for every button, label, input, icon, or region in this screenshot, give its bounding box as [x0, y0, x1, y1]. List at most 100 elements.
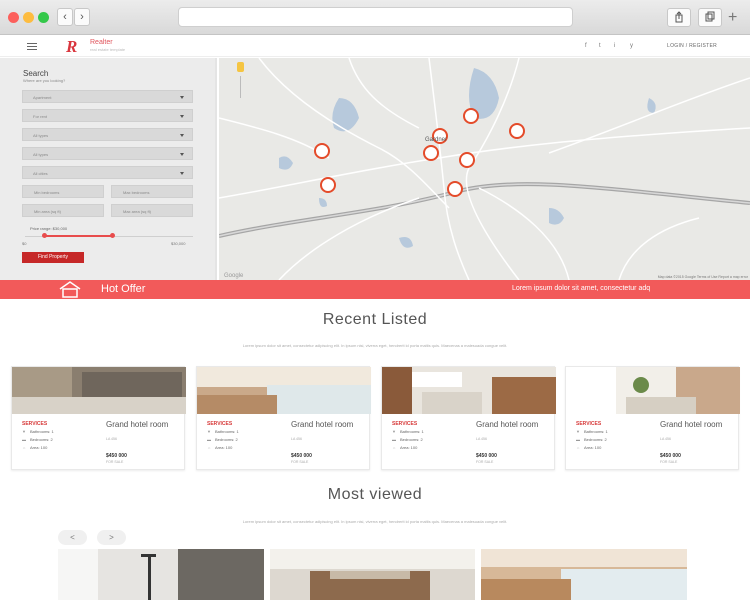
status-select[interactable]: For rent	[22, 109, 193, 122]
card-bathrooms: ▼ Bathrooms: 1	[576, 429, 608, 434]
price-slider-max-handle[interactable]	[110, 233, 115, 238]
card-sale-status: FOR SALE	[106, 460, 124, 464]
city-select[interactable]: All cities	[22, 166, 193, 179]
subtype-select[interactable]: All types	[22, 147, 193, 160]
area-icon: ⇔	[22, 445, 26, 450]
card-area: ⇔ Area: 100	[22, 445, 47, 450]
bed-icon: ▬	[392, 437, 396, 442]
most-viewed-photo[interactable]	[481, 549, 687, 600]
card-area: ⇔ Area: 100	[576, 445, 601, 450]
min-area-input[interactable]: Min area (sq ft)	[22, 204, 104, 217]
property-type-select[interactable]: Apartment	[22, 90, 193, 103]
area-value: Area: 100	[215, 445, 233, 450]
instagram-icon[interactable]: i	[614, 43, 615, 49]
property-map[interactable]: Gardner Google Map data ©2015 Google Ter…	[219, 58, 750, 280]
login-register-link[interactable]: LOGIN / REGISTER	[667, 43, 717, 49]
card-bedrooms: ▬ Bedrooms: 2	[207, 437, 238, 442]
listing-card[interactable]: SERVICES ▼ Bathrooms: 1 ▬ Bedrooms: 2 ⇔ Are…	[196, 366, 371, 470]
hot-offer-title: Hot Offer	[101, 283, 146, 295]
carousel-next-button[interactable]: >	[97, 530, 126, 545]
bed-icon: ▬	[22, 437, 26, 442]
logo-icon[interactable]: R	[66, 37, 77, 57]
logo-tagline: real estate template	[90, 47, 126, 52]
listing-photo	[197, 367, 371, 414]
google-logo: Google	[224, 273, 244, 279]
new-tab-icon[interactable]: +	[728, 9, 737, 27]
card-sale-status: FOR SALE	[291, 460, 309, 464]
bed-icon: ▬	[207, 437, 211, 442]
address-bar[interactable]	[178, 7, 573, 27]
card-price: $450 000	[106, 453, 127, 459]
recent-listed-subtitle: Lorem ipsum dolor sit amet, consectetur …	[242, 343, 508, 348]
min-bedrooms-input[interactable]: Min bedrooms	[22, 185, 104, 198]
card-location: LA 456	[106, 437, 117, 441]
find-property-button[interactable]: Find Property	[22, 252, 84, 263]
share-icon[interactable]	[667, 8, 691, 27]
chevron-down-icon	[180, 134, 184, 137]
card-price: $450 000	[476, 453, 497, 459]
browser-toolbar: ‹ › +	[0, 0, 750, 35]
card-title[interactable]: Grand hotel room	[476, 421, 538, 429]
card-bathrooms: ▼ Bathrooms: 1	[392, 429, 424, 434]
card-location: LA 456	[476, 437, 487, 441]
max-bedrooms-input[interactable]: Max bedrooms	[111, 185, 193, 198]
most-viewed-photo[interactable]	[270, 549, 475, 600]
listing-card[interactable]: SERVICES ▼ Bathrooms: 1 ▬ Bedrooms: 2 ⇔ Are…	[381, 366, 556, 470]
price-slider-min-handle[interactable]	[42, 233, 47, 238]
card-location: LA 456	[291, 437, 302, 441]
area-icon: ⇔	[392, 445, 396, 450]
bathrooms-value: Bathrooms: 1	[214, 429, 239, 434]
card-sale-status: FOR SALE	[476, 460, 494, 464]
card-area: ⇔ Area: 100	[207, 445, 232, 450]
most-viewed-subtitle: Lorem ipsum dolor sit amet, consectetur …	[242, 519, 508, 524]
card-title[interactable]: Grand hotel room	[106, 421, 168, 429]
area-icon: ⇔	[207, 445, 211, 450]
maximize-window-button[interactable]	[38, 12, 49, 23]
type-select[interactable]: All types	[22, 128, 193, 141]
youtube-icon[interactable]: y	[630, 43, 633, 49]
logo-name[interactable]: Realter	[90, 39, 113, 46]
listing-photo	[382, 367, 556, 414]
map-footer[interactable]: Map data ©2015 Google Terms of Use Repor…	[658, 275, 748, 279]
listing-card[interactable]: SERVICES ▼ Bathrooms: 1 ▬ Bedrooms: 2 ⇔ Are…	[11, 366, 186, 470]
card-services-label: SERVICES	[392, 421, 418, 427]
listing-card[interactable]: SERVICES ▼ Bathrooms: 1 ▬ Bedrooms: 2 ⇔ Are…	[565, 366, 740, 470]
search-title: Search	[23, 69, 49, 78]
recent-listed-title: Recent Listed	[322, 311, 428, 328]
search-panel: Search Where are you looking? Apartment …	[0, 58, 217, 280]
minimize-window-button[interactable]	[23, 12, 34, 23]
twitter-icon[interactable]: t	[599, 43, 601, 49]
card-title[interactable]: Grand hotel room	[660, 421, 722, 429]
card-title[interactable]: Grand hotel room	[291, 421, 353, 429]
card-bathrooms: ▼ Bathrooms: 1	[22, 429, 54, 434]
select-value: For rent	[33, 114, 48, 119]
select-value: All types	[33, 152, 49, 157]
most-viewed-photo[interactable]	[58, 549, 264, 600]
card-area: ⇔ Area: 100	[392, 445, 417, 450]
carousel-prev-button[interactable]: <	[58, 530, 87, 545]
card-services-label: SERVICES	[576, 421, 602, 427]
bathrooms-value: Bathrooms: 1	[583, 429, 608, 434]
card-services-label: SERVICES	[207, 421, 233, 427]
max-area-input[interactable]: Max area (sq ft)	[111, 204, 193, 217]
menu-icon[interactable]	[27, 43, 37, 50]
bathrooms-value: Bathrooms: 1	[29, 429, 54, 434]
listing-photo	[12, 367, 186, 414]
bedrooms-value: Bedrooms: 2	[400, 437, 423, 442]
bath-icon: ▼	[22, 429, 26, 434]
card-sale-status: FOR SALE	[660, 460, 678, 464]
back-icon[interactable]: ‹	[57, 8, 73, 26]
site-header: R Realter real estate template f t i y L…	[0, 35, 750, 57]
bedrooms-value: Bedrooms: 2	[584, 437, 607, 442]
most-viewed-title: Most viewed	[327, 486, 423, 503]
card-services-label: SERVICES	[22, 421, 48, 427]
card-bathrooms: ▼ Bathrooms: 1	[207, 429, 239, 434]
forward-icon[interactable]: ›	[74, 8, 90, 26]
area-value: Area: 100	[30, 445, 48, 450]
tabs-icon[interactable]	[698, 8, 722, 27]
facebook-icon[interactable]: f	[585, 43, 587, 49]
bath-icon: ▼	[576, 429, 580, 434]
card-location: LA 456	[660, 437, 671, 441]
close-window-button[interactable]	[8, 12, 19, 23]
card-bedrooms: ▬ Bedrooms: 2	[392, 437, 423, 442]
